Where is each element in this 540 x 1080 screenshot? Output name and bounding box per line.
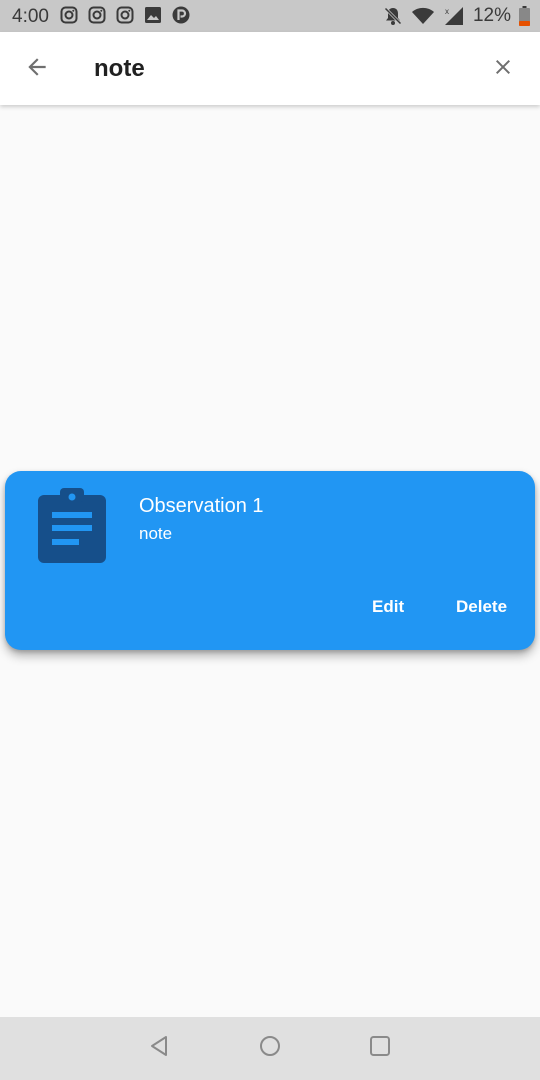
nav-back-triangle-icon [148, 1035, 170, 1062]
system-status: x 12% [383, 5, 530, 27]
card-subtitle: note [139, 524, 173, 543]
observation-card[interactable]: Observation 1 note Edit Delete [5, 471, 535, 650]
battery-percent: 12% [472, 5, 511, 26]
edit-button[interactable]: Edit [372, 597, 404, 617]
card-title: Observation 1 [139, 495, 264, 517]
status-time: 4:00 [12, 6, 49, 27]
clipboard-notes-icon [37, 485, 107, 565]
instagram-icon [116, 6, 134, 24]
system-navigation-bar [0, 1017, 540, 1080]
nav-home-button[interactable] [255, 1033, 285, 1063]
close-icon [491, 55, 515, 84]
search-input[interactable] [94, 50, 454, 88]
nav-back-button[interactable] [144, 1033, 174, 1063]
arrow-back-icon [24, 54, 50, 85]
delete-button[interactable]: Delete [456, 597, 507, 617]
notifications-off-icon [383, 6, 403, 26]
instagram-icon [88, 6, 106, 24]
p-app-icon [172, 6, 190, 24]
status-bar: 4:00 x 12% [0, 0, 540, 32]
back-button[interactable] [18, 50, 56, 88]
screen: 4:00 x 12% note Observation 1 note Edit … [0, 0, 540, 1080]
nav-recents-button[interactable] [365, 1033, 395, 1063]
instagram-icon [60, 6, 78, 24]
notification-icons [60, 6, 190, 24]
cell-signal-icon: x [443, 6, 465, 26]
wifi-icon [411, 6, 435, 26]
nav-home-circle-icon [259, 1035, 281, 1062]
svg-text:x: x [445, 7, 449, 16]
battery-low-icon [519, 6, 530, 26]
search-app-bar [0, 32, 540, 105]
nav-recents-square-icon [369, 1035, 391, 1062]
clear-search-button[interactable] [484, 50, 522, 88]
image-icon [144, 6, 162, 24]
